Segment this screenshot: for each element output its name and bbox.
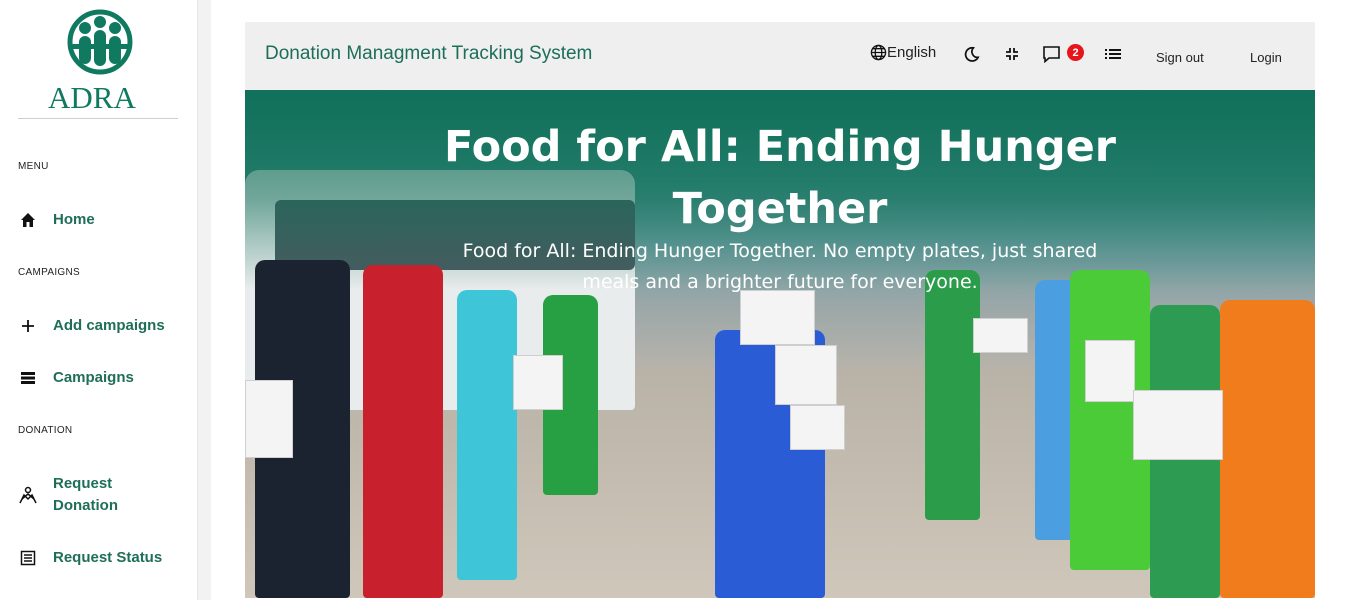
sign-out-link[interactable]: Sign out	[1156, 50, 1204, 65]
home-icon	[18, 210, 38, 230]
sidebar-item-add-campaigns[interactable]: Add campaigns	[18, 315, 188, 337]
globe-icon	[870, 44, 887, 61]
app-title: Donation Managment Tracking System	[265, 43, 593, 64]
hero-subtitle: Food for All: Ending Hunger Together. No…	[462, 240, 1098, 293]
table-icon	[18, 548, 38, 568]
sidebar-item-request-status[interactable]: Request Status	[18, 547, 188, 569]
list-icon	[18, 368, 38, 388]
sidebar-item-label: Request Donation	[53, 475, 118, 514]
section-label-menu: MENU	[18, 161, 49, 172]
minimize-screen-icon[interactable]	[1002, 44, 1022, 64]
chat-icon[interactable]	[1041, 44, 1061, 64]
hero-photo-box	[245, 380, 293, 458]
sidebar: ADRA MENU Home CAMPAIGNS Add campaigns C…	[0, 0, 198, 600]
sidebar-item-label: Request Status	[53, 549, 163, 566]
sidebar-item-request-donation[interactable]: Request Donation	[18, 473, 148, 517]
logo-text: ADRA	[48, 80, 136, 115]
sidebar-item-label: Home	[53, 211, 95, 228]
logo-divider	[18, 118, 178, 119]
hero-photo-box	[790, 405, 845, 450]
sidebar-item-campaigns[interactable]: Campaigns	[18, 367, 188, 389]
hero-photo-box	[1133, 390, 1223, 460]
language-selector[interactable]: English	[870, 44, 936, 61]
moon-icon[interactable]	[961, 44, 981, 64]
hero-photo-box	[740, 290, 815, 345]
sidebar-item-label: Add campaigns	[53, 317, 165, 334]
menu-list-icon[interactable]	[1103, 44, 1123, 64]
sidebar-item-home[interactable]: Home	[18, 209, 188, 231]
hands-icon	[18, 485, 38, 505]
hero-photo-person	[1220, 300, 1315, 598]
top-bar: Donation Managment Tracking System Engli…	[245, 22, 1315, 90]
hero-photo-person	[925, 270, 980, 520]
section-label-donation: DONATION	[18, 425, 73, 436]
sidebar-item-label: Campaigns	[53, 369, 134, 386]
hero-photo-box	[973, 318, 1028, 353]
hero-photo-box	[1085, 340, 1135, 402]
hero-title: Food for All: Ending Hunger Together	[443, 122, 1117, 234]
hero-photo-person	[457, 290, 517, 580]
plus-icon	[18, 316, 38, 336]
login-link[interactable]: Login	[1250, 50, 1282, 65]
hero-photo-box	[775, 345, 837, 405]
notification-badge: 2	[1067, 44, 1084, 61]
section-label-campaigns: CAMPAIGNS	[18, 267, 80, 278]
hero-photo-box	[513, 355, 563, 410]
language-label: English	[887, 44, 937, 61]
hero-photo-person	[363, 265, 443, 598]
hero-banner: Food for All: Ending Hunger Together Foo…	[245, 90, 1315, 598]
